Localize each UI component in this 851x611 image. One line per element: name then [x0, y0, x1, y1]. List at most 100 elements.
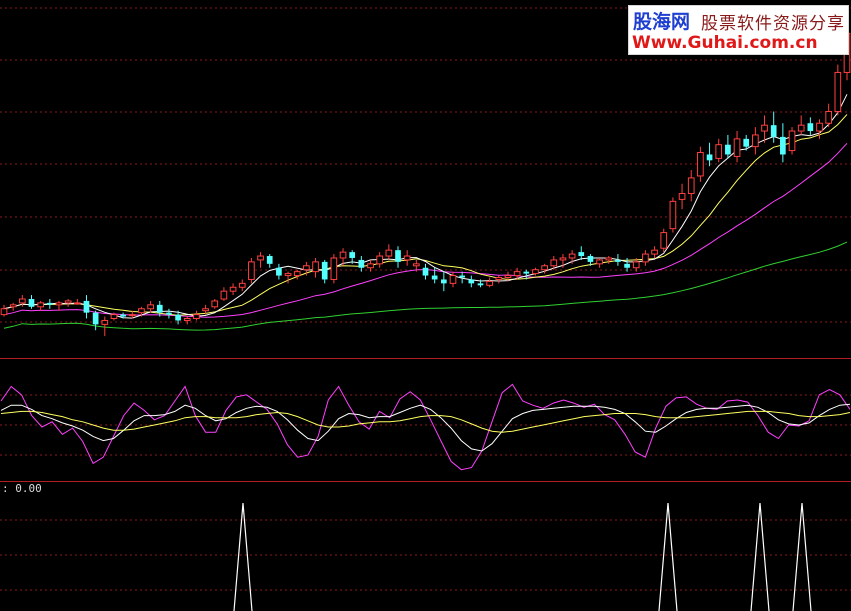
watermark-logo: 股海网 股票软件资源分享 Www.Guhai.com.cn [628, 5, 849, 55]
candle-body [770, 125, 777, 137]
watermark-url: Www.Guhai.com.cn [632, 33, 818, 53]
candle [615, 254, 621, 266]
candle-body [559, 257, 567, 261]
candle [440, 271, 447, 292]
oscillator-series-2 [0, 410, 851, 433]
moving-average-layer [3, 94, 848, 331]
candle-body [138, 308, 145, 314]
candle-body [615, 259, 621, 262]
oscillator-series-0 [0, 383, 851, 471]
candle-body [339, 251, 347, 259]
candle-body [266, 256, 273, 264]
candle [276, 263, 282, 280]
candle-body [459, 275, 465, 278]
candle [147, 300, 154, 313]
signal-spike [233, 502, 253, 611]
candle [395, 246, 401, 268]
candle-body [276, 267, 282, 276]
oscillator-layer [0, 383, 851, 471]
candle-body [440, 279, 447, 284]
candle-body [92, 312, 99, 325]
candle-body [468, 279, 475, 284]
candle-body [624, 263, 630, 268]
candle-body [321, 261, 328, 280]
grid-layer [0, 7, 851, 591]
candle-body [110, 314, 118, 320]
candle-body [578, 252, 585, 257]
stock-chart[interactable] [0, 0, 851, 611]
candle-body [632, 261, 640, 269]
candle-body [834, 71, 842, 113]
candle [797, 115, 805, 135]
candle [568, 250, 576, 264]
candle [761, 115, 768, 143]
candle [211, 298, 219, 309]
candle-body [504, 275, 512, 279]
candle-body [229, 286, 237, 292]
candle-body [330, 257, 338, 280]
candle [660, 228, 668, 253]
candle-body [678, 193, 686, 200]
candle [55, 300, 63, 311]
candle [715, 138, 723, 163]
candle-body [816, 122, 823, 132]
candle-body [587, 256, 594, 262]
candle [293, 269, 301, 280]
candle-body [669, 200, 677, 230]
candle-body [825, 111, 833, 124]
candle-body [358, 259, 365, 268]
candle [578, 246, 585, 260]
ma20-line [3, 142, 848, 318]
candle-body [605, 257, 613, 261]
candle [83, 295, 90, 319]
candle-body [147, 304, 154, 310]
candle-body [193, 314, 200, 320]
candle-body [183, 318, 191, 321]
watermark-brand: 股海网 [633, 11, 691, 33]
candle [46, 298, 53, 309]
candle-body [349, 252, 356, 258]
candle-body [220, 290, 228, 300]
candle-body [293, 271, 301, 277]
ma5-line [3, 94, 848, 319]
candle-body [733, 138, 741, 157]
candle [422, 263, 429, 280]
candlestick-layer[interactable] [0, 25, 851, 337]
candle [183, 316, 191, 325]
candle [468, 275, 475, 288]
indicator-readout: : 0.00 [2, 482, 42, 495]
signal-spike [792, 502, 812, 611]
candle [238, 279, 246, 292]
candle [596, 257, 603, 268]
candle [770, 111, 777, 143]
candle-body [651, 249, 658, 255]
candle-body [156, 304, 163, 313]
candle [101, 316, 109, 337]
candle-body [120, 314, 126, 317]
candle [449, 271, 457, 288]
candle [9, 302, 17, 311]
candle [816, 119, 823, 139]
candle [73, 298, 81, 305]
candle-body [257, 255, 264, 261]
candle-body [523, 271, 530, 274]
candle-body [550, 259, 558, 267]
signal-spike [750, 502, 770, 611]
candle-body [752, 134, 759, 148]
candle [156, 300, 163, 317]
candle [385, 244, 393, 260]
candle [459, 271, 465, 284]
candle [733, 131, 741, 163]
candle [37, 300, 44, 311]
candle-body [395, 250, 401, 262]
candle-body [697, 152, 704, 177]
candle-body [797, 124, 805, 132]
oscillator-series-1 [0, 403, 851, 452]
candle [193, 310, 200, 321]
candle-body [64, 300, 72, 304]
candle-body [284, 273, 292, 277]
candle-body [128, 314, 136, 317]
candle-body [238, 282, 246, 288]
ma60-line [3, 241, 848, 331]
candle-body [477, 283, 484, 286]
